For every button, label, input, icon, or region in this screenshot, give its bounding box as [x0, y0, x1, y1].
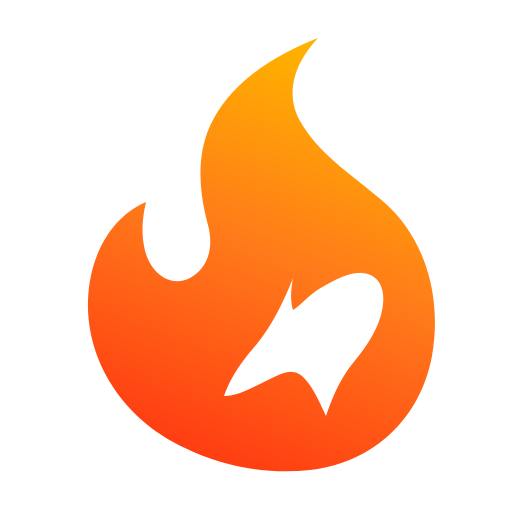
icon-canvas	[0, 0, 512, 512]
flame-body	[87, 38, 435, 472]
flame-icon	[87, 38, 435, 472]
